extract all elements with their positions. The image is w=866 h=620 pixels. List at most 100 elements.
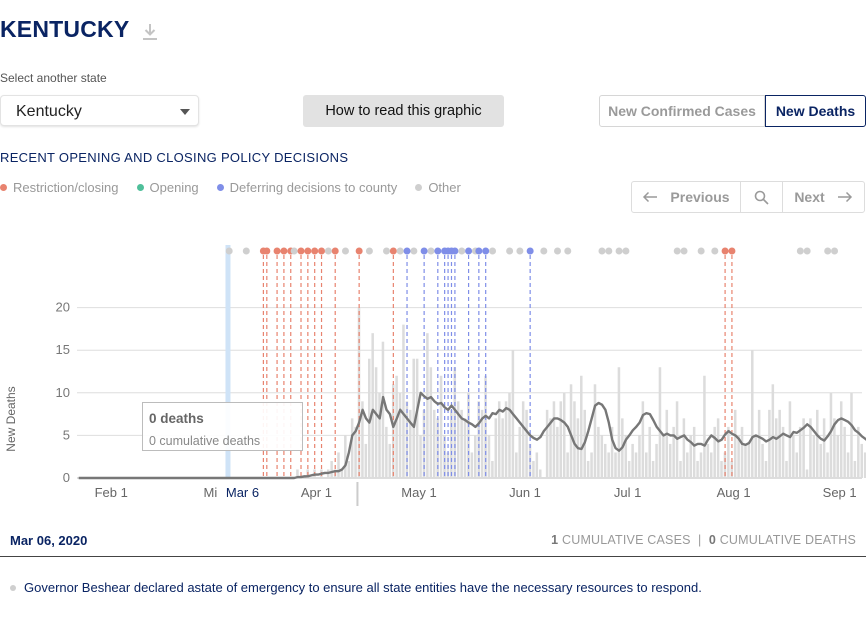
bar	[515, 452, 518, 478]
policy-event-dot	[673, 247, 681, 255]
bar	[532, 460, 535, 478]
bar	[491, 460, 494, 478]
bar	[850, 392, 853, 478]
policy-event-dot	[355, 247, 363, 255]
bar	[638, 435, 641, 478]
bar	[774, 418, 778, 478]
policy-event-dot	[410, 247, 418, 255]
bar	[395, 375, 398, 478]
policy-event-dot	[728, 247, 736, 255]
x-tick-label: Feb 1	[95, 485, 128, 500]
metric-toggle: New Confirmed Cases New Deaths	[599, 95, 866, 127]
arrow-right-icon	[837, 191, 852, 203]
bar	[853, 460, 857, 478]
previous-button[interactable]: Previous	[632, 182, 741, 212]
y-tick-label: 5	[63, 427, 70, 442]
bar	[398, 392, 402, 478]
download-icon[interactable]	[141, 22, 159, 42]
bar	[812, 435, 816, 478]
policy-event-dot	[280, 247, 288, 255]
bar	[710, 452, 713, 478]
y-tick-label: 10	[56, 385, 70, 400]
policy-event-dot	[273, 247, 281, 255]
y-tick-label: 20	[56, 300, 70, 315]
cumulative-cases-value: 1	[551, 533, 559, 547]
policy-event-dot	[622, 247, 630, 255]
bar	[347, 460, 350, 478]
policy-event-dot	[434, 247, 442, 255]
policy-event-dot	[526, 247, 534, 255]
bar	[816, 409, 819, 478]
bar	[686, 452, 689, 478]
how-to-read-button[interactable]: How to read this graphic	[303, 95, 504, 127]
policy-event-dot	[263, 247, 271, 255]
bar	[757, 409, 761, 478]
next-button[interactable]: Next	[783, 182, 864, 212]
bar	[843, 426, 846, 478]
bar	[501, 418, 504, 478]
date-info-bar: Mar 06, 2020 1 CUMULATIVE CASES | 0 CUMU…	[0, 526, 866, 557]
bar	[747, 443, 751, 478]
bar	[539, 469, 542, 478]
bar	[792, 435, 795, 478]
cumulative-cases-label: CUMULATIVE CASES	[561, 533, 691, 547]
bar	[590, 452, 593, 478]
policy-event-dot	[680, 247, 688, 255]
policy-event-dot	[331, 247, 339, 255]
bar	[354, 426, 357, 478]
bar	[552, 401, 556, 478]
bar	[371, 333, 374, 478]
bar	[662, 435, 665, 478]
bar	[518, 426, 521, 478]
policy-event-dot	[554, 247, 562, 255]
bar	[822, 418, 826, 478]
policy-event-dot	[341, 247, 349, 255]
policy-event-dot	[297, 247, 305, 255]
bar	[733, 409, 737, 478]
bar	[439, 375, 443, 478]
bar	[798, 426, 802, 478]
bar	[819, 443, 822, 478]
bar	[706, 443, 710, 478]
policy-section-title: RECENT OPENING AND CLOSING POLICY DECISI…	[0, 150, 349, 165]
arrow-left-icon	[643, 191, 658, 203]
bar	[593, 384, 597, 478]
bar	[720, 460, 723, 478]
new-confirmed-cases-tab[interactable]: New Confirmed Cases	[599, 95, 765, 127]
bar	[727, 426, 730, 478]
bar	[429, 367, 433, 478]
deaths-chart: 0 5 10 15 20 Feb 1 Mi Apr 1 May 1 Jun 1 Jul 1 Aug …	[4, 245, 866, 506]
bar	[627, 460, 631, 478]
bar	[645, 452, 648, 478]
bar	[535, 452, 539, 478]
bar	[692, 426, 696, 478]
bar	[525, 409, 528, 478]
bar	[603, 443, 607, 478]
policy-event-dot	[803, 247, 811, 255]
bar	[556, 426, 559, 478]
policy-event-dot	[516, 247, 524, 255]
state-title: KENTUCKY	[0, 16, 130, 42]
policy-event-dot	[396, 247, 404, 255]
policy-event-dot	[824, 247, 832, 255]
bar	[805, 469, 809, 478]
bar	[761, 443, 764, 478]
bar	[716, 418, 720, 478]
policy-event-dot	[506, 247, 514, 255]
legend-item-opening: Opening	[136, 180, 199, 195]
new-deaths-tab[interactable]: New Deaths	[765, 95, 866, 127]
bar	[330, 460, 333, 478]
bar	[631, 443, 634, 478]
policy-event-dot	[540, 247, 548, 255]
tooltip: 0 deaths 0 cumulative deaths	[142, 402, 303, 451]
state-select[interactable]: Kentucky	[0, 95, 199, 126]
policy-event-dot	[721, 247, 729, 255]
policy-event-dot	[403, 247, 411, 255]
bar	[562, 392, 566, 478]
policy-event-dot	[482, 247, 490, 255]
x-tick-label: Mi	[204, 485, 218, 500]
axis-layer: Feb 1 Mi Apr 1 May 1 Jun 1 Jul 1 Aug 1 Sep 1 Mar…	[95, 482, 857, 506]
bar	[364, 443, 368, 478]
legend-item-restriction: Restriction/closing	[0, 180, 119, 195]
search-button[interactable]	[741, 182, 783, 212]
